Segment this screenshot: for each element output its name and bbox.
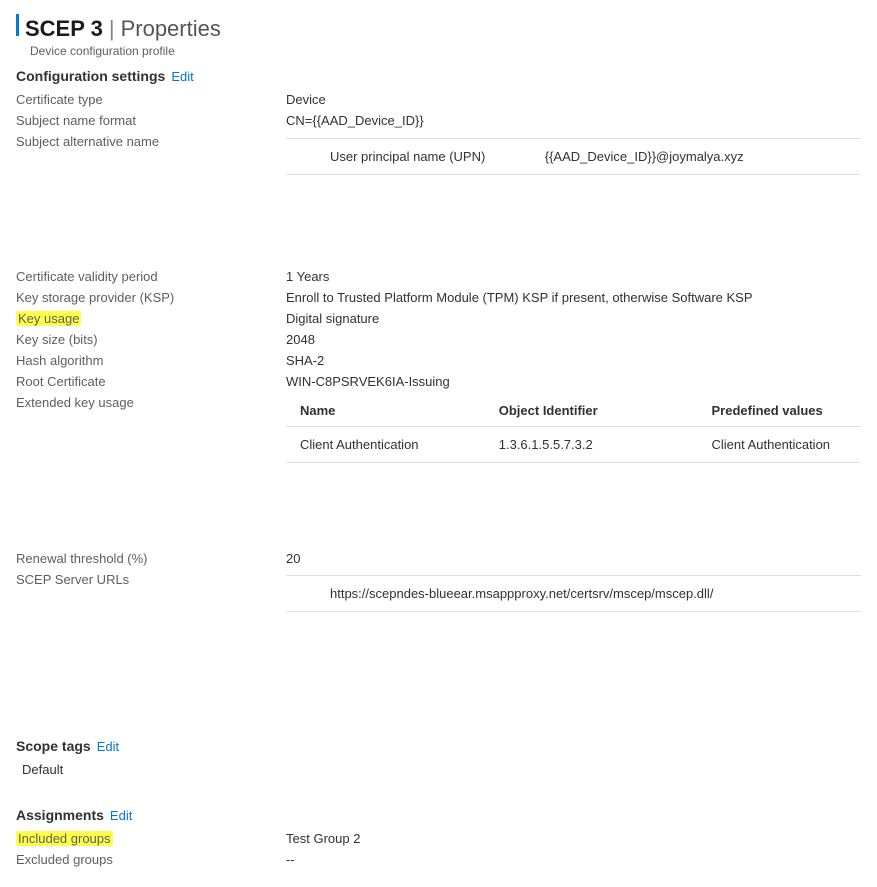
row-hash: Hash algorithm SHA-2 [16,353,861,368]
section-assignments: Assignments Edit [16,807,861,823]
row-included-groups: Included groups Test Group 2 [16,831,861,846]
scep-url-entry: https://scepndes-blueear.msappproxy.net/… [286,575,861,612]
page-subtitle: Device configuration profile [30,44,861,58]
label-subject-name-format: Subject name format [16,113,286,128]
eku-row-pre: Client Authentication [712,437,862,452]
label-certificate-type: Certificate type [16,92,286,107]
row-root-cert: Root Certificate WIN-C8PSRVEK6IA-Issuing [16,374,861,389]
label-eku: Extended key usage [16,395,286,410]
label-key-usage: Key usage [16,311,81,326]
row-ksp: Key storage provider (KSP) Enroll to Tru… [16,290,861,305]
value-key-size: 2048 [286,332,861,347]
value-subject-name-format: CN={{AAD_Device_ID}} [286,113,861,128]
eku-table-row: Client Authentication 1.3.6.1.5.5.7.3.2 … [286,427,861,463]
label-excluded-groups: Excluded groups [16,852,286,867]
eku-table-header: Name Object Identifier Predefined values [286,395,861,427]
row-san: Subject alternative name User principal … [16,134,861,181]
row-certificate-type: Certificate type Device [16,92,861,107]
section-assign-title: Assignments [16,807,104,823]
scope-tag-default: Default [22,762,861,777]
eku-row-name: Client Authentication [286,437,499,452]
edit-assign-link[interactable]: Edit [110,808,132,823]
row-key-usage: Key usage Digital signature [16,311,861,326]
edit-scope-link[interactable]: Edit [97,739,119,754]
label-root-cert: Root Certificate [16,374,286,389]
title-divider: | [109,16,115,42]
row-renewal: Renewal threshold (%) 20 [16,551,861,566]
value-validity: 1 Years [286,269,861,284]
section-config-settings: Configuration settings Edit [16,68,861,84]
page-title-main: SCEP 3 [25,16,103,42]
row-key-size: Key size (bits) 2048 [16,332,861,347]
section-scope-title: Scope tags [16,738,91,754]
san-entry: User principal name (UPN) {{AAD_Device_I… [286,138,861,175]
label-ksp: Key storage provider (KSP) [16,290,286,305]
value-key-usage: Digital signature [286,311,861,326]
label-key-size: Key size (bits) [16,332,286,347]
san-value: {{AAD_Device_ID}}@joymalya.xyz [545,149,861,164]
row-eku: Extended key usage Name Object Identifie… [16,395,861,463]
eku-head-name: Name [286,403,499,418]
value-excluded-groups: -- [286,852,861,867]
label-scep-urls: SCEP Server URLs [16,572,286,587]
row-excluded-groups: Excluded groups -- [16,852,861,867]
row-scep-urls: SCEP Server URLs https://scepndes-blueea… [16,572,861,612]
eku-row-oid: 1.3.6.1.5.5.7.3.2 [499,437,712,452]
label-validity: Certificate validity period [16,269,286,284]
eku-head-pre: Predefined values [712,403,862,418]
san-type: User principal name (UPN) [286,149,545,164]
row-subject-name-format: Subject name format CN={{AAD_Device_ID}} [16,113,861,128]
page-title-row: SCEP 3 | Properties [16,14,861,42]
row-validity: Certificate validity period 1 Years [16,269,861,284]
eku-head-oid: Object Identifier [499,403,712,418]
value-root-cert: WIN-C8PSRVEK6IA-Issuing [286,374,861,389]
value-renewal: 20 [286,551,861,566]
label-renewal: Renewal threshold (%) [16,551,286,566]
accent-bar [16,14,19,36]
label-hash: Hash algorithm [16,353,286,368]
page-title-part: Properties [121,16,221,42]
value-ksp: Enroll to Trusted Platform Module (TPM) … [286,290,861,305]
value-hash: SHA-2 [286,353,861,368]
value-certificate-type: Device [286,92,861,107]
section-config-title: Configuration settings [16,68,165,84]
value-included-groups: Test Group 2 [286,831,861,846]
label-included-groups: Included groups [16,831,113,846]
label-san: Subject alternative name [16,134,286,149]
section-scope-tags: Scope tags Edit [16,738,861,754]
edit-config-link[interactable]: Edit [171,69,193,84]
